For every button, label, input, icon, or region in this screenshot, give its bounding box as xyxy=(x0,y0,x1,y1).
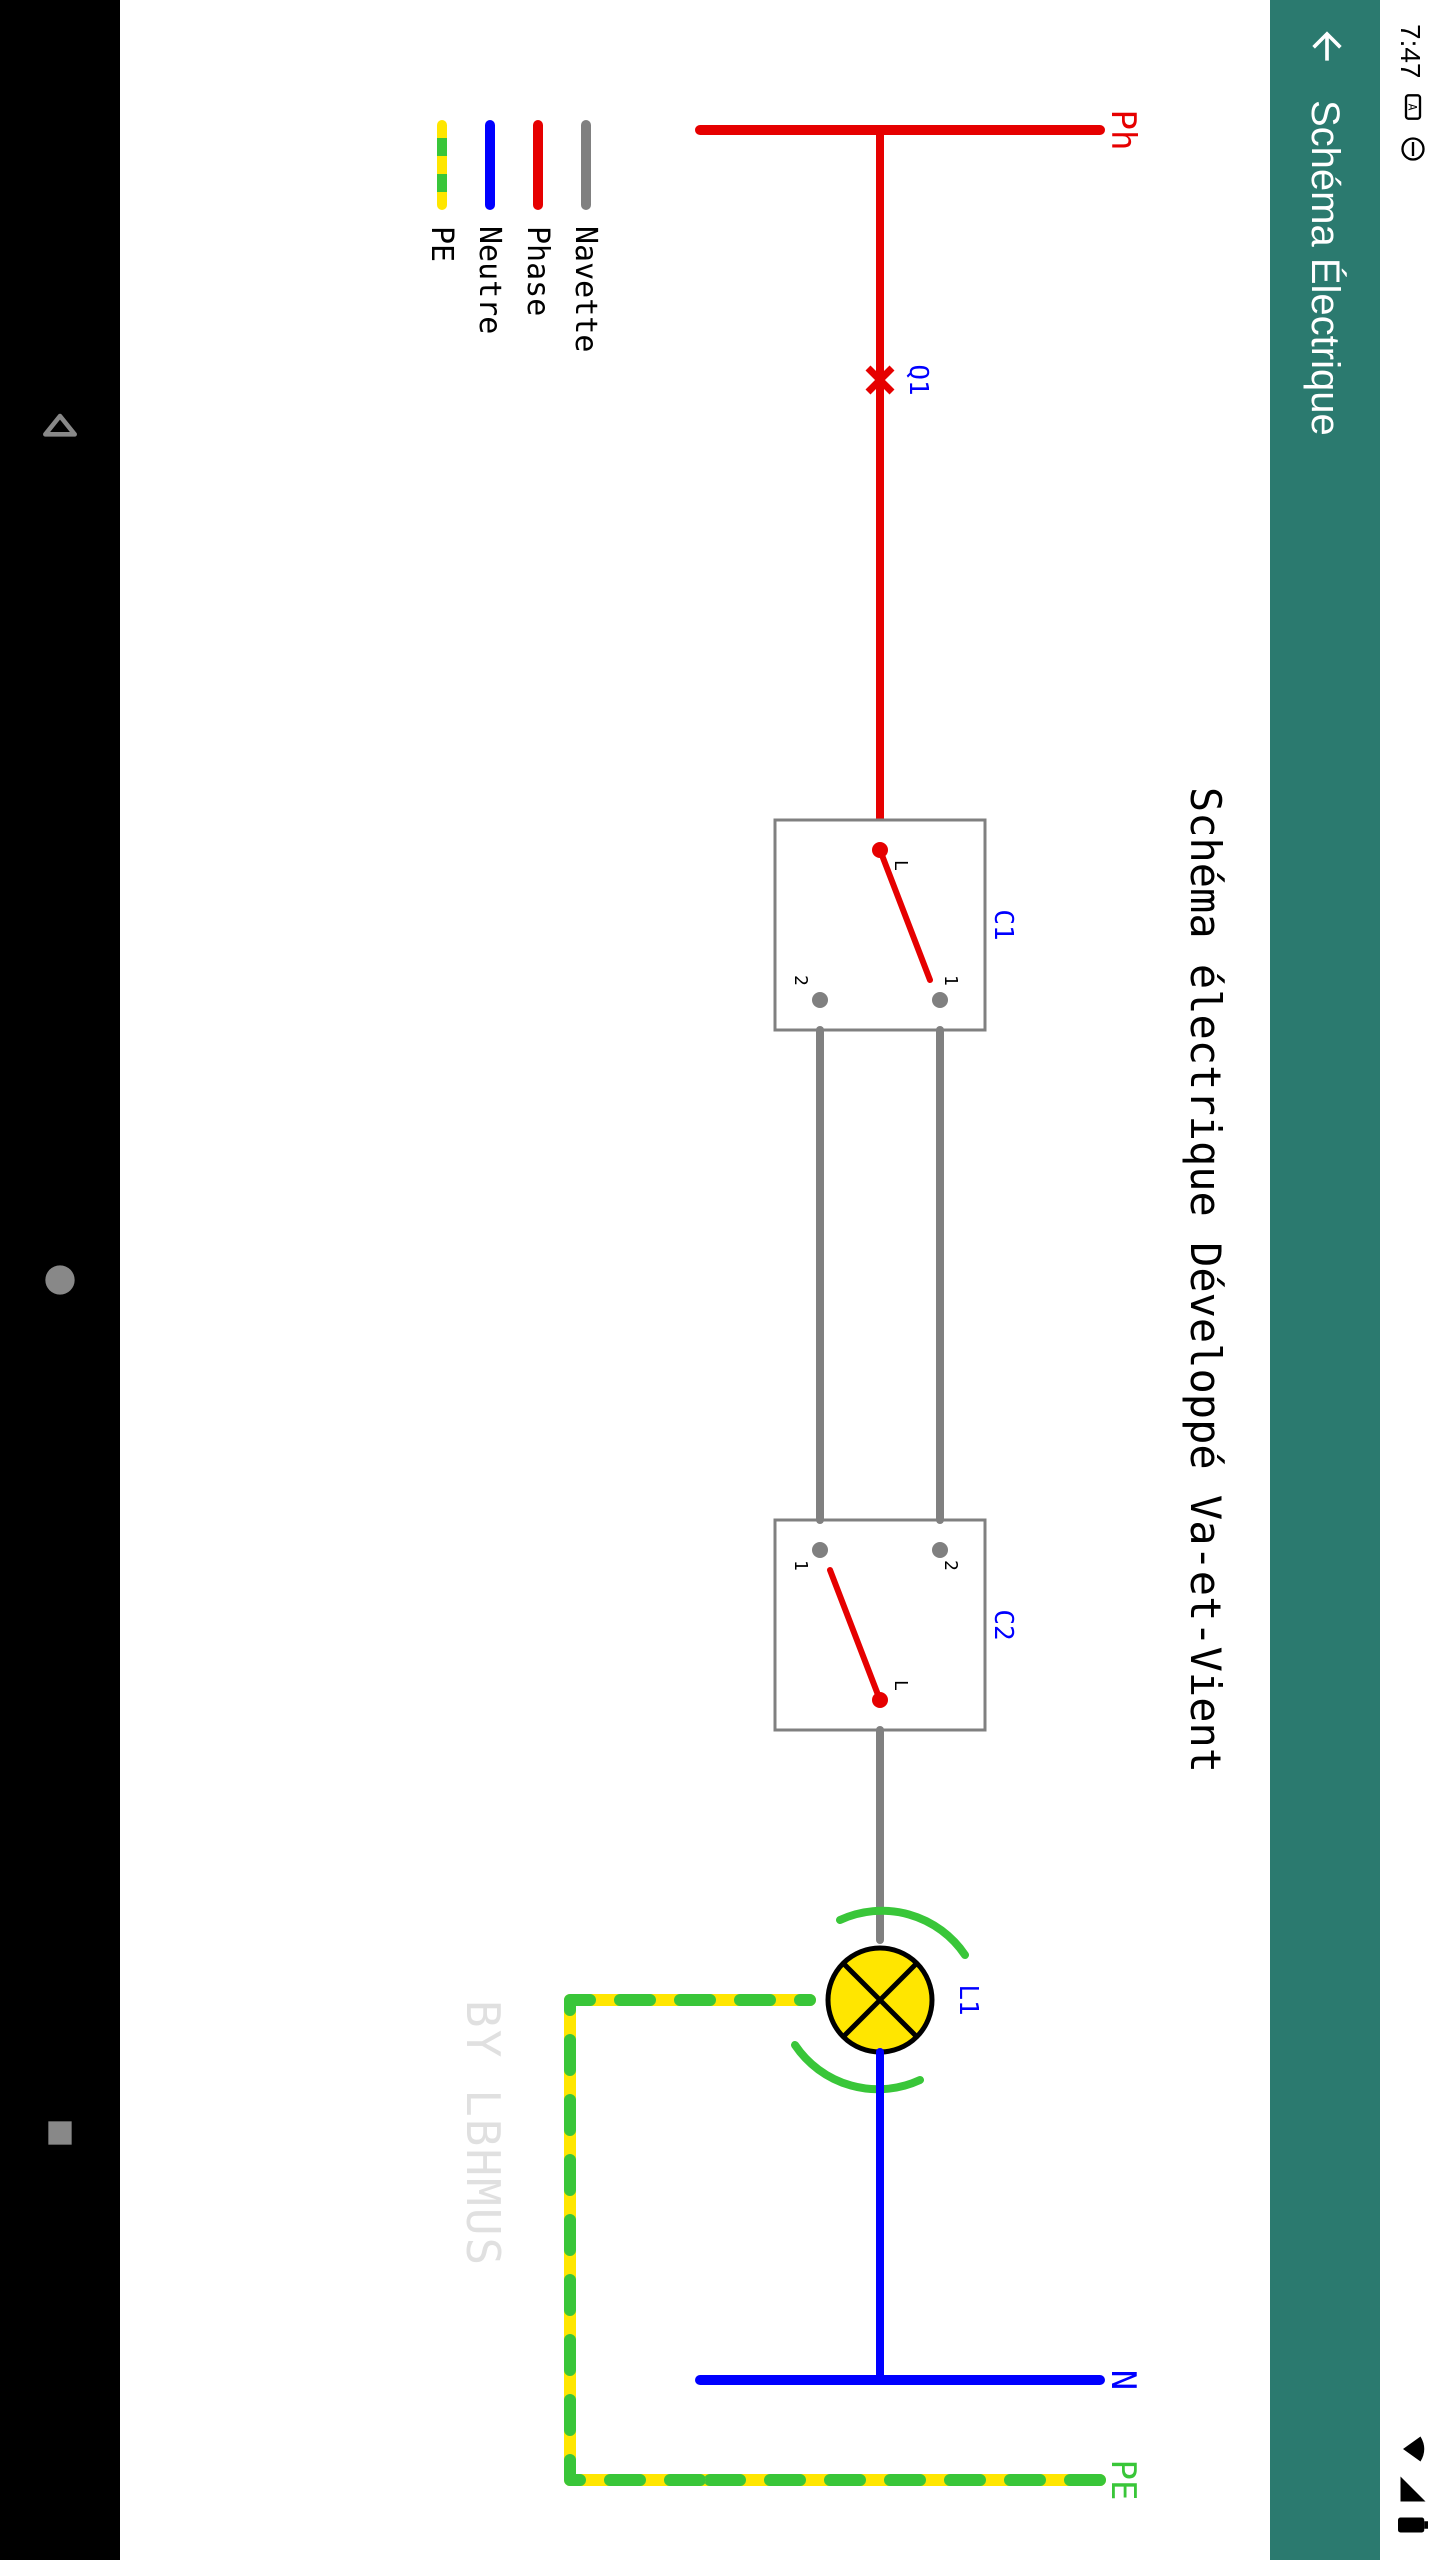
pe-wire xyxy=(570,2000,810,2480)
svg-text:A: A xyxy=(1406,103,1420,110)
back-button[interactable] xyxy=(1301,24,1350,68)
pe-label: PE xyxy=(1103,2460,1140,2501)
signal-icon xyxy=(1392,2474,1429,2504)
watermark: BY LBHMUS xyxy=(456,2000,510,2267)
svg-text:1: 1 xyxy=(940,975,961,986)
dnd-icon xyxy=(1393,135,1428,163)
n-label: N xyxy=(1103,2370,1140,2390)
app-bar: Schéma Électrique xyxy=(1270,0,1380,2560)
legend: Navette Phase Neutre PE xyxy=(418,120,610,352)
status-bar: 7:47 A xyxy=(1380,0,1440,2560)
keyboard-icon: A xyxy=(1393,93,1428,121)
svg-text:2: 2 xyxy=(790,975,811,986)
battery-icon xyxy=(1392,2514,1429,2536)
android-nav-bar xyxy=(0,0,120,2560)
ph-label: Ph xyxy=(1103,110,1140,151)
c1-label: C1 xyxy=(988,909,1018,940)
legend-phase: Phase xyxy=(514,120,562,352)
nav-back-button[interactable] xyxy=(30,397,90,457)
diagram-content: Schéma électrique Développé Va-et-Vient … xyxy=(120,0,1270,2560)
legend-neutre: Neutre xyxy=(466,120,514,352)
c2-label: C2 xyxy=(988,1609,1018,1640)
wifi-icon xyxy=(1392,2434,1429,2464)
diagram-title: Schéma électrique Développé Va-et-Vient xyxy=(1181,787,1230,1773)
l1-label: L1 xyxy=(953,1984,983,2015)
app-title: Schéma Électrique xyxy=(1303,100,1348,436)
nav-home-button[interactable] xyxy=(30,1250,90,1310)
svg-text:1: 1 xyxy=(790,1560,811,1571)
status-time: 7:47 xyxy=(1394,24,1426,79)
q1-label: Q1 xyxy=(903,364,933,395)
legend-navette: Navette xyxy=(562,120,610,352)
diagram-svg: Ph N PE Q1 C1 L xyxy=(240,0,1140,2560)
nav-recent-button[interactable] xyxy=(30,2103,90,2163)
svg-text:L: L xyxy=(890,1680,911,1691)
svg-text:L: L xyxy=(890,860,911,871)
svg-text:2: 2 xyxy=(940,1560,961,1571)
legend-pe: PE xyxy=(418,120,466,352)
